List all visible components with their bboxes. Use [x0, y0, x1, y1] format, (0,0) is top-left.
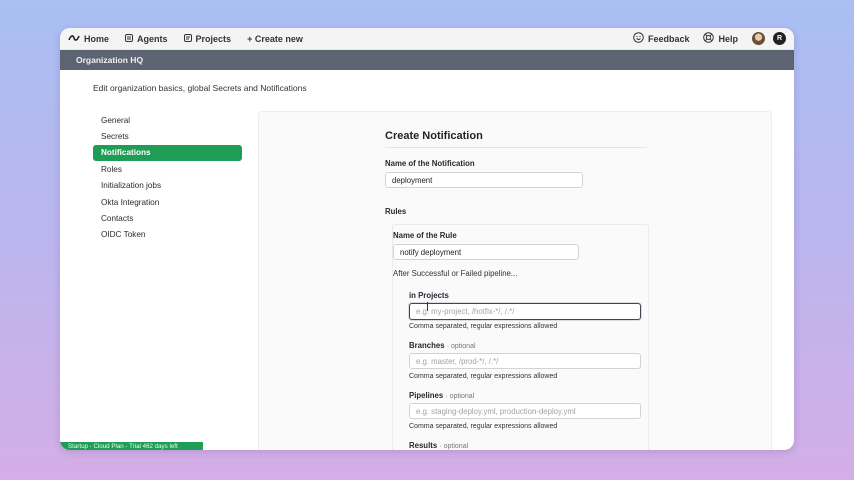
sidebar-item-notifications[interactable]: Notifications [93, 144, 242, 162]
projects-label: in Projects [409, 291, 449, 300]
rule-name-input[interactable]: notify deployment [393, 244, 579, 260]
nav-home-label: Home [84, 33, 110, 44]
projects-hint: Comma separated, regular expressions all… [409, 323, 558, 330]
organization-name: Organization HQ [76, 55, 144, 65]
nav-projects-label: Projects [195, 33, 232, 44]
results-label-text: Results [409, 441, 438, 450]
notification-name-input[interactable]: deployment [385, 172, 583, 188]
nav-agents-label: Agents [137, 33, 168, 44]
create-notification-panel: Create Notification Name of the Notifica… [258, 111, 772, 450]
smile-icon [633, 32, 644, 45]
notification-name-value: deployment [392, 175, 433, 185]
sidebar-item-label: Okta Integration [101, 197, 160, 207]
top-navigation: Home Agents Projects + Create new Feedba… [60, 28, 794, 50]
org-avatar-initial: R [776, 35, 783, 42]
branches-label-text: Branches [409, 341, 445, 350]
lifebuoy-icon [703, 32, 715, 45]
page-subtitle: Edit organization basics, global Secrets… [93, 83, 307, 93]
sidebar-item-oidc-token[interactable]: OIDC Token [93, 227, 242, 243]
sidebar-item-roles[interactable]: Roles [93, 161, 242, 177]
sidebar-item-label: Notifications [101, 148, 151, 158]
results-optional-tag: · optional [439, 443, 469, 450]
settings-sidebar: General Secrets Notifications Roles Init… [93, 112, 242, 243]
organization-header: Organization HQ [60, 50, 794, 70]
sidebar-item-general[interactable]: General [93, 112, 242, 128]
projects-input[interactable]: e.g. my-project, /hotfix-*/, /.*/ [409, 303, 641, 320]
create-new-label: + Create new [247, 33, 303, 44]
rules-label: Rules [385, 207, 407, 216]
sidebar-item-contacts[interactable]: Contacts [93, 210, 242, 226]
pipelines-input[interactable]: e.g. staging-deploy.yml, production-depl… [409, 403, 641, 419]
pipelines-label-text: Pipelines [409, 391, 444, 400]
nav-home[interactable]: Home [68, 34, 109, 44]
pipelines-label: Pipelines · optional [409, 391, 474, 400]
projects-icon [183, 33, 192, 44]
sidebar-item-initialization-jobs[interactable]: Initialization jobs [93, 178, 242, 194]
plan-status-text: Startup - Cloud Plan - Trial 462 days le… [68, 442, 178, 450]
pipelines-hint: Comma separated, regular expressions all… [409, 423, 558, 430]
trigger-text: After Successful or Failed pipeline... [393, 269, 518, 278]
projects-placeholder: e.g. my-project, /hotfix-*/, /.*/ [416, 307, 515, 316]
branches-input[interactable]: e.g. master, /prod-*/, /.*/ [409, 353, 641, 369]
feedback-button[interactable]: Feedback [633, 32, 690, 45]
branches-placeholder: e.g. master, /prod-*/, /.*/ [416, 356, 499, 366]
sidebar-item-label: Secrets [101, 132, 129, 142]
nav-projects[interactable]: Projects [183, 33, 232, 44]
form-title: Create Notification [385, 130, 483, 142]
rule-name-label: Name of the Rule [393, 231, 457, 240]
text-cursor-icon [427, 302, 429, 311]
branches-label: Branches · optional [409, 341, 476, 350]
app-window: Home Agents Projects + Create new Feedba… [60, 28, 794, 450]
sidebar-item-label: OIDC Token [101, 230, 146, 240]
help-label: Help [718, 33, 738, 44]
branches-optional-tag: · optional [446, 343, 476, 350]
rule-name-value: notify deployment [400, 247, 462, 257]
create-new-button[interactable]: + Create new [247, 34, 303, 44]
logo-icon [68, 34, 80, 44]
branches-hint: Comma separated, regular expressions all… [409, 373, 558, 380]
feedback-label: Feedback [647, 33, 690, 44]
plan-status-bar[interactable]: Startup - Cloud Plan - Trial 462 days le… [60, 442, 203, 450]
pipelines-placeholder: e.g. staging-deploy.yml, production-depl… [416, 406, 576, 416]
agents-icon [125, 33, 134, 44]
nav-agents[interactable]: Agents [125, 33, 168, 44]
sidebar-item-label: General [101, 115, 131, 125]
sidebar-item-secrets[interactable]: Secrets [93, 128, 242, 144]
help-button[interactable]: Help [703, 32, 738, 45]
sidebar-item-label: Contacts [101, 214, 134, 224]
sidebar-item-okta-integration[interactable]: Okta Integration [93, 194, 242, 210]
pipelines-optional-tag: · optional [445, 393, 475, 400]
notification-name-label: Name of the Notification [385, 159, 475, 168]
user-avatar[interactable] [752, 32, 765, 45]
results-label: Results · optional [409, 441, 468, 450]
title-divider [385, 147, 647, 148]
sidebar-item-label: Roles [101, 164, 122, 174]
org-avatar[interactable]: R [773, 32, 786, 45]
sidebar-item-label: Initialization jobs [101, 181, 162, 191]
